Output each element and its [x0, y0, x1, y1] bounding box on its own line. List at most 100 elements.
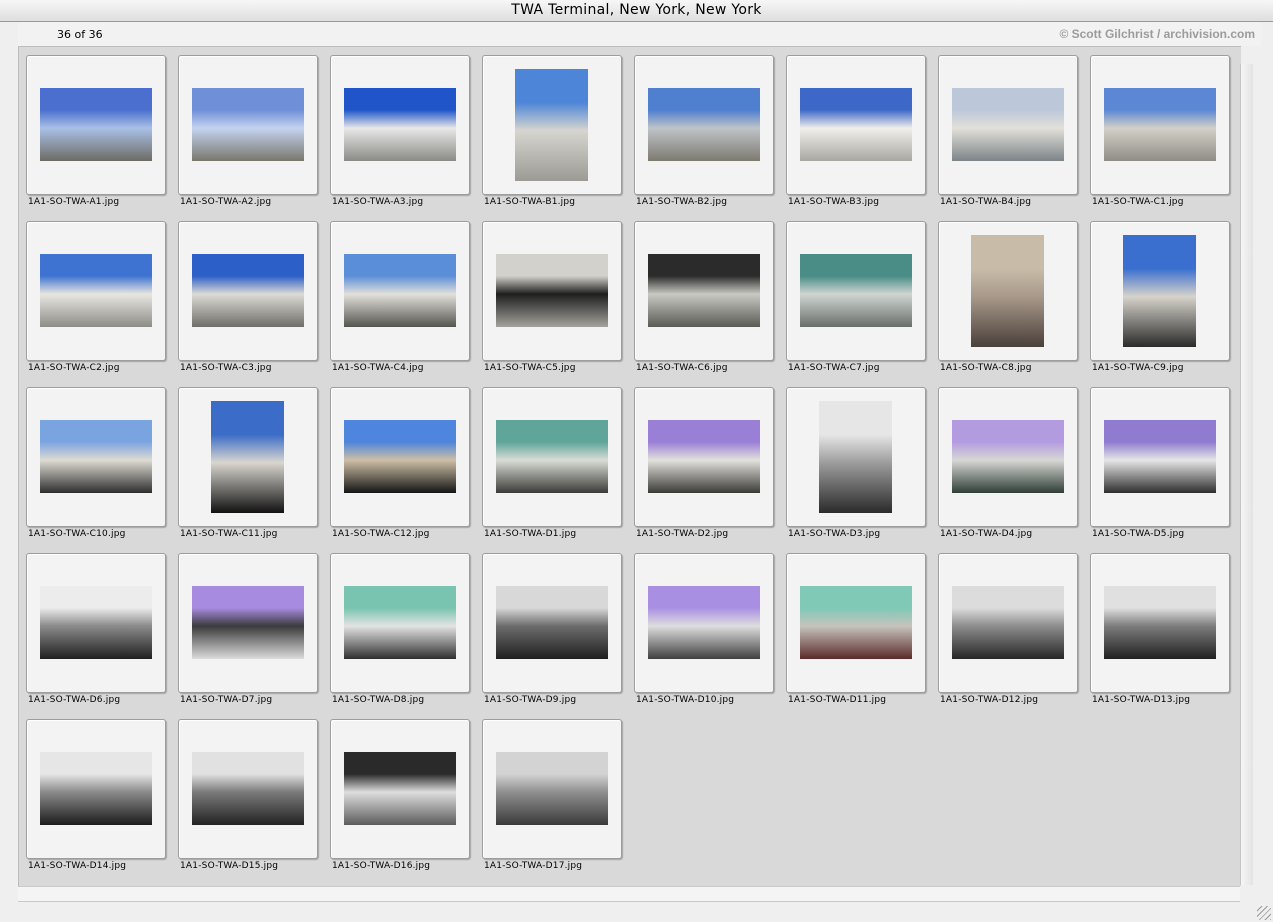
thumbnail-item[interactable]: 1A1-SO-TWA-D1.jpg — [476, 379, 628, 545]
thumbnail-item[interactable]: 1A1-SO-TWA-D14.jpg — [20, 711, 172, 877]
slide-mount[interactable] — [178, 553, 318, 693]
thumbnail-image[interactable] — [496, 254, 608, 327]
thumbnail-image[interactable] — [40, 420, 152, 493]
thumbnail-item[interactable]: 1A1-SO-TWA-D5.jpg — [1084, 379, 1236, 545]
thumbnail-item[interactable]: 1A1-SO-TWA-D15.jpg — [172, 711, 324, 877]
thumbnail-item[interactable]: 1A1-SO-TWA-D11.jpg — [780, 545, 932, 711]
thumbnail-item[interactable]: 1A1-SO-TWA-C8.jpg — [932, 213, 1084, 379]
thumbnail-item[interactable]: 1A1-SO-TWA-D8.jpg — [324, 545, 476, 711]
resize-grip-icon[interactable] — [1257, 906, 1271, 920]
slide-mount[interactable] — [26, 387, 166, 527]
thumbnail-item[interactable]: 1A1-SO-TWA-D6.jpg — [20, 545, 172, 711]
thumbnail-item[interactable]: 1A1-SO-TWA-C12.jpg — [324, 379, 476, 545]
thumbnail-item[interactable]: 1A1-SO-TWA-D4.jpg — [932, 379, 1084, 545]
thumbnail-item[interactable]: 1A1-SO-TWA-D16.jpg — [324, 711, 476, 877]
thumbnail-image[interactable] — [344, 420, 456, 493]
thumbnail-item[interactable]: 1A1-SO-TWA-B3.jpg — [780, 47, 932, 213]
thumbnail-item[interactable]: 1A1-SO-TWA-A1.jpg — [20, 47, 172, 213]
slide-mount[interactable] — [786, 553, 926, 693]
slide-mount[interactable] — [482, 553, 622, 693]
slide-mount[interactable] — [26, 221, 166, 361]
thumbnail-item[interactable]: 1A1-SO-TWA-C5.jpg — [476, 213, 628, 379]
thumbnail-item[interactable]: 1A1-SO-TWA-D10.jpg — [628, 545, 780, 711]
slide-mount[interactable] — [786, 221, 926, 361]
horizontal-scrollbar[interactable] — [18, 886, 1240, 902]
slide-mount[interactable] — [482, 719, 622, 859]
slide-mount[interactable] — [938, 387, 1078, 527]
thumbnail-item[interactable]: 1A1-SO-TWA-C6.jpg — [628, 213, 780, 379]
thumbnail-image[interactable] — [1104, 586, 1216, 659]
slide-mount[interactable] — [26, 553, 166, 693]
slide-mount[interactable] — [634, 55, 774, 195]
thumbnail-item[interactable]: 1A1-SO-TWA-C1.jpg — [1084, 47, 1236, 213]
slide-mount[interactable] — [330, 553, 470, 693]
thumbnail-image[interactable] — [952, 586, 1064, 659]
slide-mount[interactable] — [178, 387, 318, 527]
thumbnail-item[interactable]: 1A1-SO-TWA-C4.jpg — [324, 213, 476, 379]
thumbnail-item[interactable]: 1A1-SO-TWA-D12.jpg — [932, 545, 1084, 711]
thumbnail-item[interactable]: 1A1-SO-TWA-D3.jpg — [780, 379, 932, 545]
slide-mount[interactable] — [330, 719, 470, 859]
slide-mount[interactable] — [330, 387, 470, 527]
slide-mount[interactable] — [634, 221, 774, 361]
thumbnail-image[interactable] — [648, 88, 760, 161]
thumbnail-item[interactable]: 1A1-SO-TWA-C9.jpg — [1084, 213, 1236, 379]
slide-mount[interactable] — [178, 719, 318, 859]
thumbnail-item[interactable]: 1A1-SO-TWA-B4.jpg — [932, 47, 1084, 213]
thumbnail-image[interactable] — [40, 88, 152, 161]
slide-mount[interactable] — [178, 221, 318, 361]
slide-mount[interactable] — [1090, 387, 1230, 527]
thumbnail-image[interactable] — [40, 254, 152, 327]
thumbnail-image[interactable] — [192, 88, 304, 161]
thumbnail-image[interactable] — [496, 586, 608, 659]
slide-mount[interactable] — [1090, 55, 1230, 195]
thumbnail-image[interactable] — [192, 586, 304, 659]
thumbnail-image[interactable] — [1123, 235, 1196, 347]
thumbnail-item[interactable]: 1A1-SO-TWA-D9.jpg — [476, 545, 628, 711]
thumbnail-image[interactable] — [192, 254, 304, 327]
slide-mount[interactable] — [482, 221, 622, 361]
thumbnail-image[interactable] — [952, 420, 1064, 493]
thumbnail-image[interactable] — [40, 586, 152, 659]
slide-mount[interactable] — [938, 221, 1078, 361]
thumbnail-item[interactable]: 1A1-SO-TWA-C3.jpg — [172, 213, 324, 379]
thumbnail-item[interactable]: 1A1-SO-TWA-A3.jpg — [324, 47, 476, 213]
slide-mount[interactable] — [1090, 221, 1230, 361]
thumbnail-image[interactable] — [1104, 88, 1216, 161]
thumbnail-image[interactable] — [344, 88, 456, 161]
thumbnail-item[interactable]: 1A1-SO-TWA-B2.jpg — [628, 47, 780, 213]
thumbnail-item[interactable]: 1A1-SO-TWA-C10.jpg — [20, 379, 172, 545]
thumbnail-image[interactable] — [952, 88, 1064, 161]
slide-mount[interactable] — [330, 55, 470, 195]
thumbnail-item[interactable]: 1A1-SO-TWA-C11.jpg — [172, 379, 324, 545]
thumbnail-image[interactable] — [344, 752, 456, 825]
thumbnail-item[interactable]: 1A1-SO-TWA-D2.jpg — [628, 379, 780, 545]
thumbnail-image[interactable] — [192, 752, 304, 825]
thumbnail-item[interactable]: 1A1-SO-TWA-C2.jpg — [20, 213, 172, 379]
thumbnail-image[interactable] — [496, 752, 608, 825]
thumbnail-image[interactable] — [211, 401, 284, 513]
thumbnail-image[interactable] — [515, 69, 588, 181]
thumbnail-image[interactable] — [648, 420, 760, 493]
slide-mount[interactable] — [482, 387, 622, 527]
thumbnail-image[interactable] — [1104, 420, 1216, 493]
thumbnail-item[interactable]: 1A1-SO-TWA-D13.jpg — [1084, 545, 1236, 711]
slide-mount[interactable] — [634, 387, 774, 527]
thumbnail-image[interactable] — [40, 752, 152, 825]
thumbnail-item[interactable]: 1A1-SO-TWA-D17.jpg — [476, 711, 628, 877]
thumbnail-image[interactable] — [344, 254, 456, 327]
slide-mount[interactable] — [482, 55, 622, 195]
thumbnail-item[interactable]: 1A1-SO-TWA-B1.jpg — [476, 47, 628, 213]
slide-mount[interactable] — [634, 553, 774, 693]
thumbnail-image[interactable] — [496, 420, 608, 493]
thumbnail-image[interactable] — [344, 586, 456, 659]
thumbnail-image[interactable] — [648, 254, 760, 327]
slide-mount[interactable] — [1090, 553, 1230, 693]
slide-mount[interactable] — [26, 55, 166, 195]
thumbnail-image[interactable] — [800, 254, 912, 327]
thumbnail-image[interactable] — [648, 586, 760, 659]
thumbnail-item[interactable]: 1A1-SO-TWA-A2.jpg — [172, 47, 324, 213]
thumbnail-image[interactable] — [971, 235, 1044, 347]
thumbnail-image[interactable] — [800, 586, 912, 659]
slide-mount[interactable] — [786, 387, 926, 527]
